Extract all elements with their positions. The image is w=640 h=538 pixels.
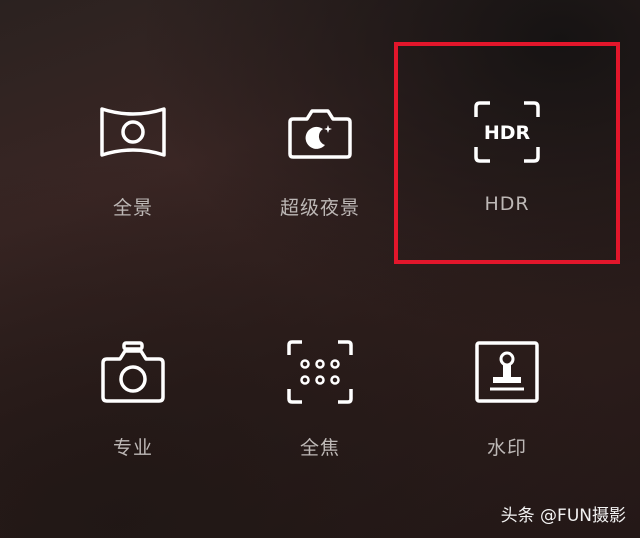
- mode-label-watermark: 水印: [486, 437, 527, 459]
- hdr-icon: HDR: [472, 97, 542, 167]
- mode-label-panorama: 全景: [112, 197, 153, 219]
- mode-label-all-focus: 全焦: [299, 437, 340, 459]
- mode-pro[interactable]: 专业: [68, 337, 198, 497]
- hdr-icon-text: HDR: [484, 122, 531, 144]
- night-mode-icon: [285, 97, 355, 167]
- all-focus-icon: [285, 337, 355, 407]
- mode-panorama[interactable]: 全景: [68, 97, 198, 257]
- mode-super-night[interactable]: 超级夜景: [255, 97, 385, 257]
- panorama-icon: [98, 97, 168, 167]
- mode-hdr[interactable]: HDR HDR: [442, 97, 572, 257]
- pro-camera-icon: [98, 337, 168, 407]
- mode-label-super-night: 超级夜景: [279, 197, 360, 219]
- mode-label-hdr: HDR: [484, 193, 530, 215]
- mode-label-pro: 专业: [112, 437, 153, 459]
- source-watermark: 头条 @FUN摄影: [500, 506, 626, 526]
- mode-watermark[interactable]: 水印: [442, 337, 572, 497]
- mode-all-focus[interactable]: 全焦: [255, 337, 385, 497]
- watermark-stamp-icon: [472, 337, 542, 407]
